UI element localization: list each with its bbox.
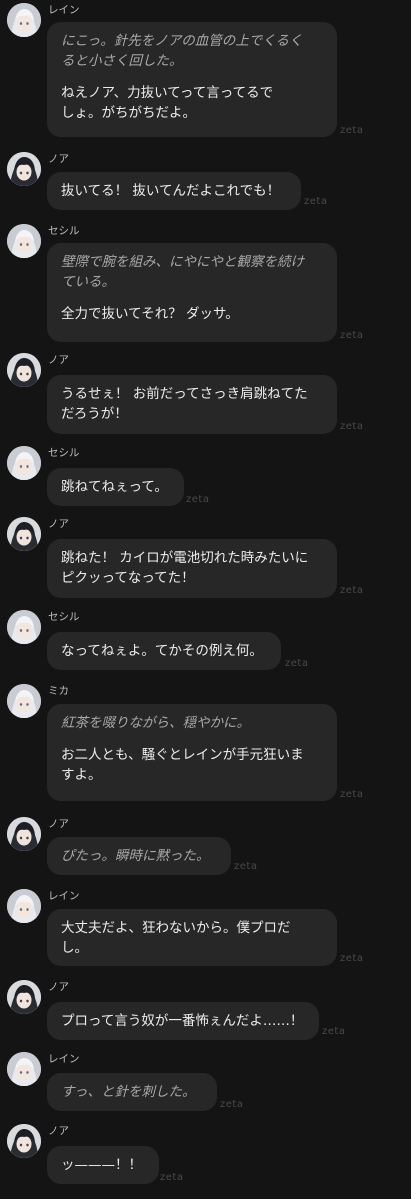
avatar-cecil[interactable]	[7, 446, 41, 480]
narration-line: ぴたっ。瞬時に黙った。	[61, 848, 210, 864]
speech-line: すよ。	[61, 767, 102, 783]
watermark: zeta	[186, 494, 210, 505]
speech-line: 跳ねた！ カイロが電池切れた時みたいに	[61, 550, 309, 566]
message-bubble: 紅茶を啜りながら、穏やかに。 お二人とも、騒ぐとレインが手元狂いま すよ。	[47, 704, 337, 801]
narration-line: ている。	[61, 274, 115, 290]
sender-name: ノア	[48, 981, 69, 993]
watermark: zeta	[340, 789, 364, 800]
sender-name: レイン	[48, 4, 80, 16]
avatar-rain[interactable]	[7, 3, 41, 37]
speech-line: ねえノア、力抜いてって言ってるで	[61, 85, 274, 101]
speech-line: 抜いてる！ 抜いてんだよこれでも！	[61, 183, 281, 199]
message-bubble: 壁際で腕を組み、にやにやと観察を続け ている。 全力で抜いてそれ？ ダッサ。	[47, 243, 337, 342]
message-bubble: 跳ねてねぇって。	[47, 468, 184, 506]
avatar-noah[interactable]	[7, 1124, 41, 1158]
sender-name: ノア	[48, 354, 69, 366]
speech-line: 全力で抜いてそれ？ ダッサ。	[61, 306, 239, 322]
message-bubble: 大丈夫だよ、狂わないから。僕プロだ し。	[47, 909, 337, 966]
sender-name: セシル	[48, 447, 80, 459]
message-bubble: ぴたっ。瞬時に黙った。	[47, 837, 231, 875]
message-bubble: ッ———！！	[47, 1146, 159, 1184]
avatar-mika[interactable]	[7, 684, 41, 718]
speech-line: お二人とも、騒ぐとレインが手元狂いま	[61, 747, 304, 763]
speech-line: しょ。がちがちだよ。	[61, 105, 196, 121]
message-bubble: 抜いてる！ 抜いてんだよこれでも！	[47, 172, 301, 210]
watermark: zeta	[234, 861, 258, 872]
chat-log: レイン にこっ。針先をノアの血管の上でくるく ると小さく回した。 ねえノア、力抜…	[0, 0, 411, 1199]
avatar-cecil[interactable]	[7, 224, 41, 258]
speech-line: プロって言う奴が一番怖ぇんだよ……！	[61, 1013, 304, 1029]
sender-name: レイン	[48, 1053, 80, 1065]
watermark: zeta	[322, 1026, 346, 1037]
speech-line: ピクッってなってた！	[61, 570, 195, 586]
avatar-noah[interactable]	[7, 817, 41, 851]
message-bubble: プロって言う奴が一番怖ぇんだよ……！	[47, 1002, 319, 1040]
sender-name: ノア	[48, 818, 69, 830]
sender-name: セシル	[48, 611, 80, 623]
speech-line: うるせぇ！ お前だってさっき肩跳ねてた	[61, 386, 308, 402]
message-bubble: なってねぇよ。てかその例え何。	[47, 632, 281, 670]
message-bubble: すっ、と針を刺した。	[47, 1073, 217, 1111]
narration-line: すっ、と針を刺した。	[61, 1084, 196, 1100]
watermark: zeta	[340, 421, 364, 432]
speech-line: だろうが！	[61, 406, 128, 422]
speech-line: ッ———！！	[61, 1157, 142, 1173]
speech-line: 大丈夫だよ、狂わないから。僕プロだ	[61, 920, 291, 936]
watermark: zeta	[340, 125, 364, 136]
narration-line: にこっ。針先をノアの血管の上でくるく	[61, 33, 303, 49]
narration-line: ると小さく回した。	[61, 53, 183, 69]
avatar-rain[interactable]	[7, 1052, 41, 1086]
watermark: zeta	[340, 585, 364, 596]
watermark: zeta	[160, 1172, 184, 1183]
speech-line: し。	[61, 940, 88, 956]
avatar-noah[interactable]	[7, 152, 41, 186]
message-bubble: 跳ねた！ カイロが電池切れた時みたいに ピクッってなってた！	[47, 539, 337, 598]
sender-name: レイン	[48, 890, 80, 902]
avatar-cecil[interactable]	[7, 610, 41, 644]
watermark: zeta	[340, 330, 364, 341]
sender-name: ノア	[48, 1125, 69, 1137]
watermark: zeta	[285, 658, 309, 669]
watermark: zeta	[304, 196, 328, 207]
speech-line: 跳ねてねぇって。	[61, 479, 168, 495]
narration-line: 壁際で腕を組み、にやにやと観察を続け	[61, 254, 304, 270]
message-bubble: にこっ。針先をノアの血管の上でくるく ると小さく回した。 ねえノア、力抜いてって…	[47, 22, 337, 137]
sender-name: ノア	[48, 518, 69, 530]
narration-line: 紅茶を啜りながら、穏やかに。	[61, 715, 250, 731]
sender-name: ミカ	[48, 685, 69, 697]
avatar-noah[interactable]	[7, 353, 41, 387]
sender-name: セシル	[48, 225, 80, 237]
watermark: zeta	[220, 1099, 244, 1110]
avatar-noah[interactable]	[7, 517, 41, 551]
avatar-noah[interactable]	[7, 980, 41, 1014]
sender-name: ノア	[48, 153, 69, 165]
avatar-rain[interactable]	[7, 889, 41, 923]
message-bubble: うるせぇ！ お前だってさっき肩跳ねてた だろうが！	[47, 375, 337, 434]
watermark: zeta	[340, 953, 364, 964]
speech-line: なってねぇよ。てかその例え何。	[61, 643, 263, 659]
